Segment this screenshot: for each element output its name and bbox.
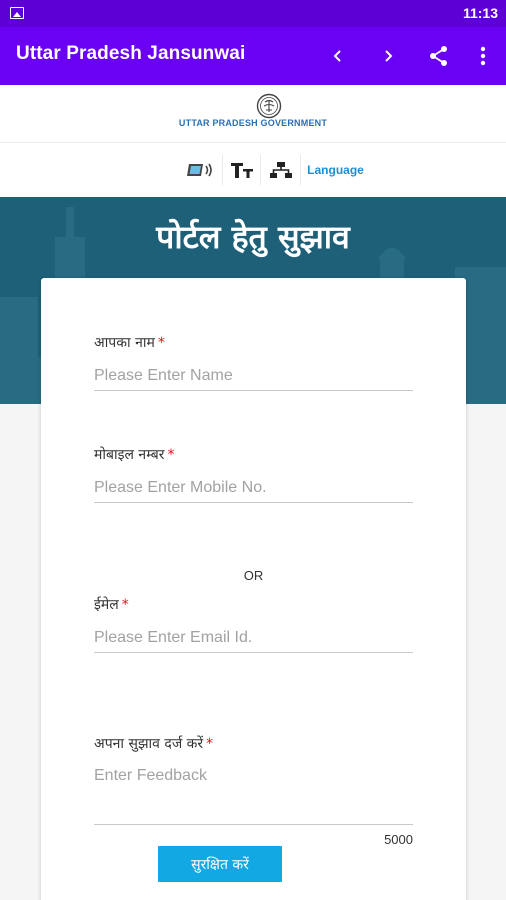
name-label: आपका नाम * bbox=[94, 335, 165, 351]
forward-button[interactable] bbox=[371, 39, 405, 73]
forward-icon bbox=[385, 50, 393, 62]
app-bar: Uttar Pradesh Jansunwai bbox=[0, 27, 506, 85]
email-label: ईमेल * bbox=[94, 597, 129, 613]
sitemap-button[interactable] bbox=[260, 155, 300, 185]
feedback-textarea[interactable] bbox=[94, 765, 413, 825]
government-header: UTTAR PRADESH GOVERNMENT bbox=[0, 85, 506, 143]
required-marker: * bbox=[206, 736, 214, 752]
accessibility-toolbar: Language bbox=[0, 143, 506, 197]
required-marker: * bbox=[157, 335, 165, 351]
name-input[interactable] bbox=[94, 361, 413, 391]
language-label: Language bbox=[307, 163, 364, 177]
page-title: पोर्टल हेतु सुझाव bbox=[156, 218, 350, 256]
text-size-icon bbox=[230, 163, 253, 178]
overflow-menu-button[interactable] bbox=[466, 39, 500, 73]
government-name: UTTAR PRADESH GOVERNMENT bbox=[178, 118, 328, 128]
status-time: 11:13 bbox=[462, 5, 498, 21]
more-vert-icon bbox=[480, 46, 486, 66]
share-icon bbox=[430, 46, 447, 66]
sitemap-icon bbox=[269, 162, 292, 178]
save-button[interactable]: सुरक्षित करें bbox=[158, 846, 282, 882]
app-title: Uttar Pradesh Jansunwai bbox=[16, 43, 246, 64]
required-marker: * bbox=[167, 447, 175, 463]
feedback-label: अपना सुझाव दर्ज करें * bbox=[94, 736, 214, 752]
screen-reader-icon bbox=[187, 163, 212, 177]
status-bar: 11:13 bbox=[0, 0, 506, 27]
screen-reader-button[interactable] bbox=[180, 155, 222, 185]
state-emblem-icon bbox=[256, 93, 282, 119]
mobile-label: मोबाइल नम्बर * bbox=[94, 447, 175, 463]
share-button[interactable] bbox=[422, 39, 456, 73]
text-size-button[interactable] bbox=[222, 155, 260, 185]
web-content: UTTAR PRADESH GOVERNMENT Language पोर्टल… bbox=[0, 85, 506, 900]
required-marker: * bbox=[121, 597, 129, 613]
email-input[interactable] bbox=[94, 623, 413, 653]
back-button[interactable] bbox=[321, 39, 355, 73]
or-separator: OR bbox=[243, 568, 264, 583]
feedback-form-card: आपका नाम* मोबाइल नम्बर* OR ईमेल* अपना सु… bbox=[41, 278, 466, 900]
language-button[interactable]: Language bbox=[300, 155, 370, 185]
mobile-input[interactable] bbox=[94, 473, 413, 503]
back-icon bbox=[333, 50, 341, 62]
image-notification-icon bbox=[10, 7, 24, 19]
character-counter: 5000 bbox=[384, 832, 413, 847]
